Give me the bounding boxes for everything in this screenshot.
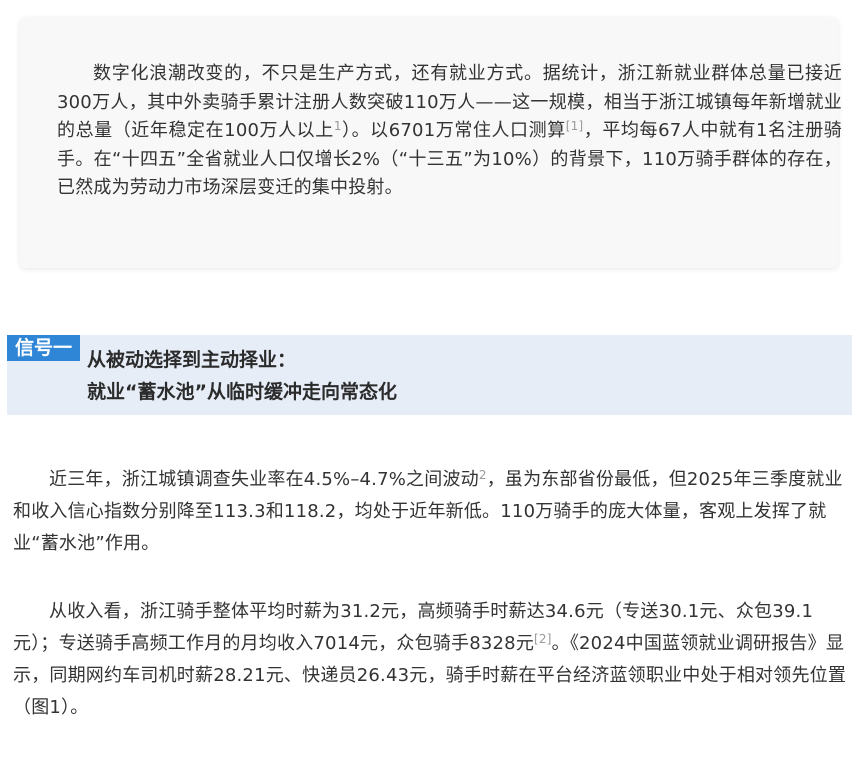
footnote-ref-1[interactable]: 1 (334, 119, 342, 133)
section-title: 从被动选择到主动择业： 就业“蓄水池”从临时缓冲走向常态化 (87, 344, 397, 408)
footnote-ref-2[interactable]: 2 (479, 468, 487, 482)
body-paragraph-2: 从收入看，浙江骑手整体平均时薪为31.2元，高频骑手时薪达34.6元（专送30.… (13, 596, 849, 724)
para1-text-part-1: 近三年，浙江城镇调查失业率在4.5%–4.7%之间波动 (49, 469, 479, 490)
section-header: 信号一 从被动选择到主动择业： 就业“蓄水池”从临时缓冲走向常态化 (7, 335, 852, 415)
intro-paragraph: 数字化浪潮改变的，不只是生产方式，还有就业方式。据统计，浙江新就业群体总量已接近… (57, 60, 842, 203)
citation-ref-1[interactable]: [1] (566, 119, 584, 133)
section-title-line-2: 就业“蓄水池”从临时缓冲走向常态化 (87, 381, 397, 403)
intro-quote-box: 数字化浪潮改变的，不只是生产方式，还有就业方式。据统计，浙江新就业群体总量已接近… (20, 18, 842, 268)
body-paragraph-1: 近三年，浙江城镇调查失业率在4.5%–4.7%之间波动2，虽为东部省份最低，但2… (13, 464, 849, 560)
intro-text-part-2: ）。以6701万常住人口测算 (341, 120, 566, 141)
citation-ref-2[interactable]: [2] (534, 632, 552, 646)
section-tag: 信号一 (7, 335, 80, 361)
section-title-line-1: 从被动选择到主动择业： (87, 349, 297, 371)
